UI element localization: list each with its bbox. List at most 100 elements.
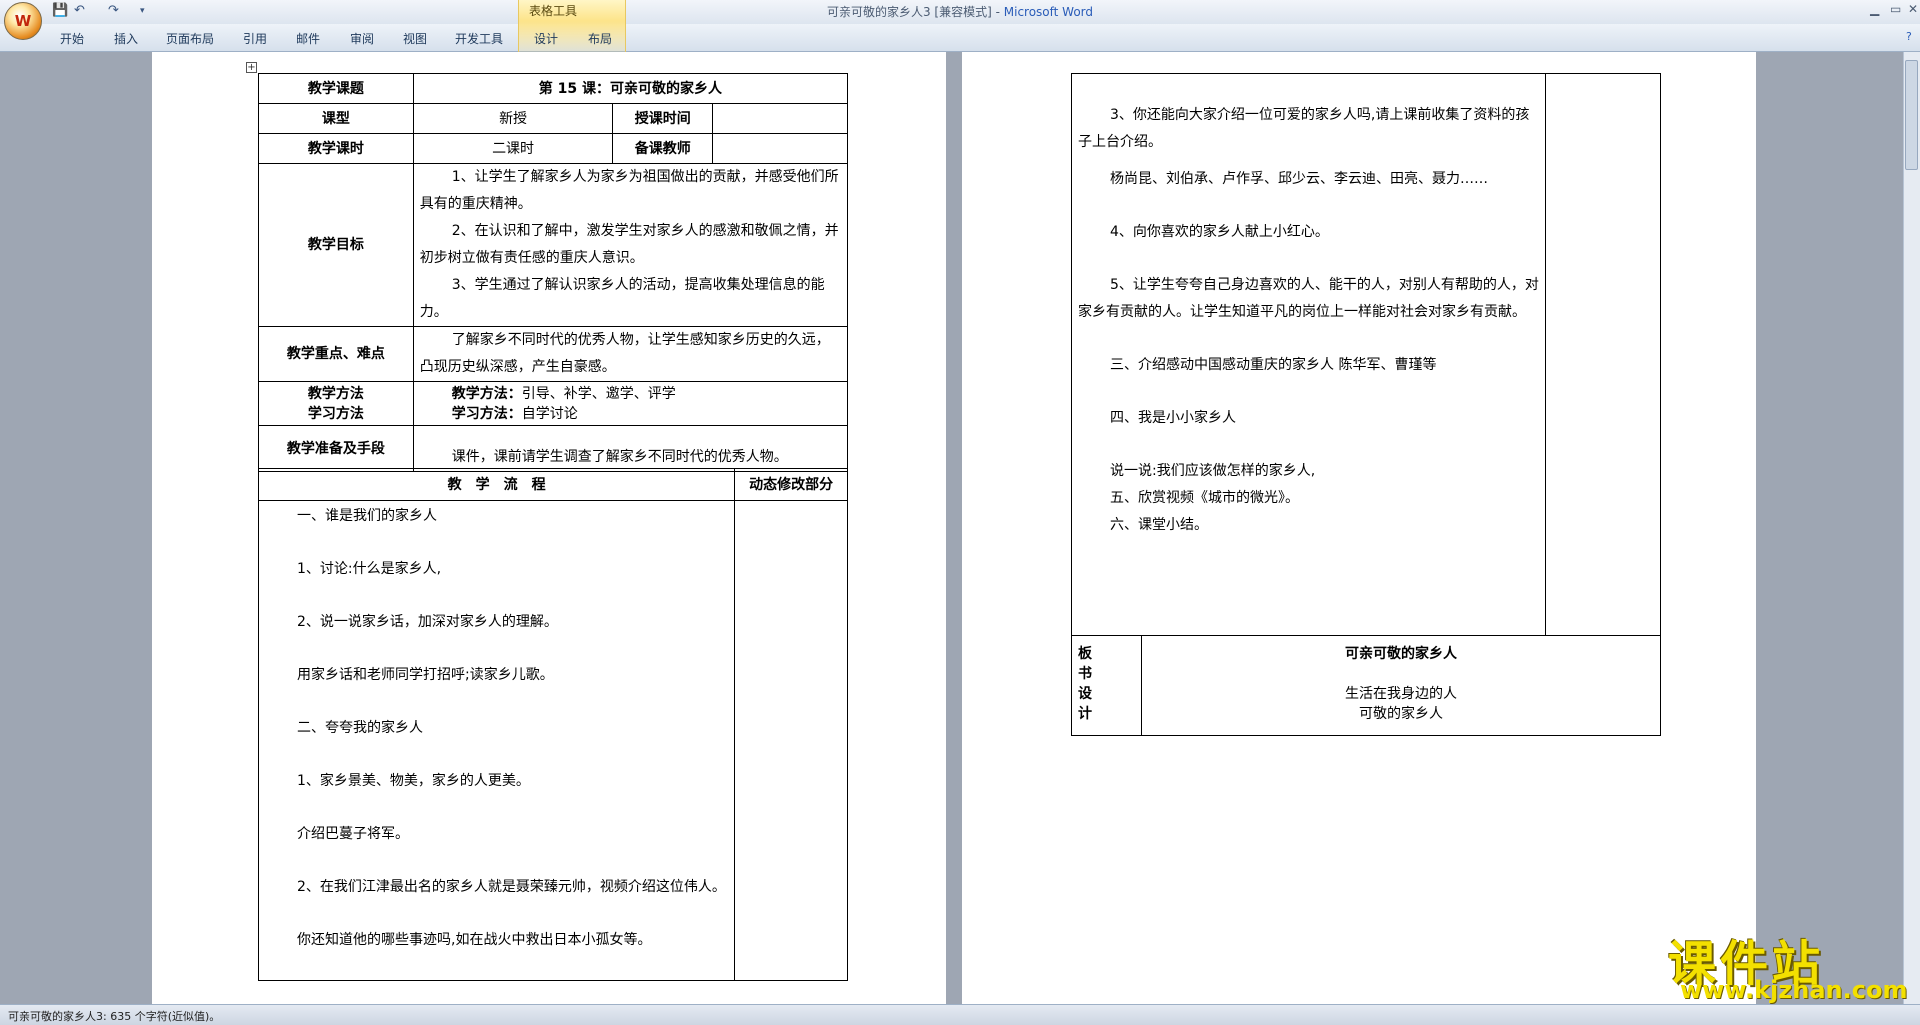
flow-line: 2、在我们江津最出名的家乡人就是聂荣臻元帅，视频介绍这位伟人。	[297, 879, 726, 895]
table-tools-label: 表格工具	[529, 4, 578, 18]
value-hours[interactable]: 二课时	[412, 133, 614, 164]
value-goals[interactable]: 1、让学生了解家乡人为家乡为祖国做出的贡献，并感受他们所具有的重庆精神。 2、在…	[412, 163, 849, 327]
value-board-design[interactable]: 可亲可敬的家乡人 生活在我身边的人 可敬的家乡人	[1140, 635, 1662, 736]
value-method[interactable]: 教学方法：引导、补学、邀学、评学 学习方法：自学讨论	[412, 381, 849, 426]
label-teach-method: 教学方法	[307, 385, 364, 402]
value-teacher[interactable]	[712, 133, 848, 164]
label-goals: 教学目标	[258, 163, 414, 327]
logo-url: www.kjzhan.com	[1680, 976, 1908, 1004]
board-label-char: 板	[1078, 646, 1092, 662]
value-type[interactable]: 新授	[412, 103, 614, 134]
flow-line	[1072, 539, 1545, 565]
board-label-char: 计	[1078, 706, 1092, 722]
flow-line: 1、家乡景美、物美，家乡的人更美。	[297, 773, 530, 789]
flow-line: 你还知道他的哪些事迹吗,如在战火中救出日本小孤女等。	[297, 932, 652, 948]
flow-line: 杨尚昆、刘伯承、卢作孚、邱少云、李云迪、田亮、聂力……	[1110, 171, 1488, 187]
tab-references[interactable]: 引用	[243, 30, 267, 47]
window-title: 可亲可敬的家乡人3 [兼容模式] - Microsoft Word	[0, 3, 1920, 20]
status-text: 可亲可敬的家乡人3: 635 个字符(近似值)。	[8, 1010, 221, 1023]
flow-line: 说一说:我们应该做怎样的家乡人,	[1110, 463, 1316, 479]
tab-page-layout[interactable]: 页面布局	[166, 30, 214, 47]
dynamic-content-continued[interactable]	[1545, 73, 1661, 636]
site-logo: 课件站 www.kjzhan.com	[1668, 924, 1908, 1004]
value-prep[interactable]: 课件，课前请学生调查了解家乡不同时代的优秀人物。	[412, 425, 849, 472]
flow-line	[1072, 379, 1545, 405]
vertical-scrollbar[interactable]	[1903, 52, 1920, 1004]
flow-line	[1072, 565, 1545, 591]
flow-line	[259, 742, 734, 768]
flow-line: 2、说一说家乡话，加深对家乡人的理解。	[297, 614, 558, 630]
label-hours: 教学课时	[258, 133, 414, 164]
flow-table: 教 学 流 程 动态修改部分 一、谁是我们的家乡人 1、讨论:什么是家乡人, 2…	[257, 468, 848, 981]
flow-line: 用家乡话和老师同学打招呼;读家乡儿歌。	[297, 667, 554, 683]
lesson-table: 教学课题 第 15 课：可亲可敬的家乡人 课型 新授 授课时间 教学课时 二课时…	[258, 73, 849, 472]
label-teacher: 备课教师	[612, 133, 714, 164]
label-board-design: 板 书 设 计	[1071, 635, 1142, 736]
tab-review[interactable]: 审阅	[350, 30, 374, 47]
tab-home[interactable]: 开始	[60, 30, 84, 47]
tab-layout[interactable]: 布局	[588, 30, 612, 47]
value-time[interactable]	[712, 103, 848, 134]
value-focus[interactable]: 了解家乡不同时代的优秀人物，让学生感知家乡历史的久远，凸现历史纵深感，产生自豪感…	[412, 326, 849, 382]
tab-view[interactable]: 视图	[403, 30, 427, 47]
board-label-char: 设	[1078, 686, 1092, 702]
minimize-icon[interactable]: ▁	[1870, 2, 1879, 16]
flow-content-continued[interactable]: 3、你还能向大家介绍一位可爱的家乡人吗,请上课前收集了资料的孩子上台介绍。 杨尚…	[1070, 73, 1547, 636]
board-line: 可敬的家乡人	[1358, 706, 1443, 722]
board-line: 生活在我身边的人	[1344, 686, 1457, 702]
flow-line	[259, 848, 734, 874]
flow-line	[1072, 246, 1545, 272]
status-bar: 可亲可敬的家乡人3: 635 个字符(近似值)。	[0, 1004, 1920, 1025]
flow-line: 5、让学生夸夸自己身边喜欢的人、能干的人，对别人有帮助的人，对家乡有贡献的人。让…	[1078, 277, 1539, 320]
office-button-icon[interactable]: W	[4, 2, 42, 40]
restore-icon[interactable]: ▭	[1890, 2, 1901, 16]
learn-method-value: 自学讨论	[521, 405, 578, 422]
label-focus: 教学重点、难点	[258, 326, 414, 382]
goal-item: 3、学生通过了解认识家乡人的活动，提高收集处理信息的能力。	[419, 277, 825, 320]
goal-item: 1、让学生了解家乡人为家乡为祖国做出的贡献，并感受他们所具有的重庆精神。	[419, 169, 839, 212]
flow-content[interactable]: 一、谁是我们的家乡人 1、讨论:什么是家乡人, 2、说一说家乡话，加深对家乡人的…	[257, 500, 736, 981]
flow-line	[1072, 326, 1545, 352]
flow-line: 四、我是小小家乡人	[1110, 410, 1236, 426]
close-icon[interactable]: ✕	[1908, 2, 1918, 16]
flow-table-continued: 3、你还能向大家介绍一位可爱的家乡人吗,请上课前收集了资料的孩子上台介绍。 杨尚…	[1070, 73, 1661, 636]
tab-design[interactable]: 设计	[534, 30, 558, 47]
teach-method-label: 教学方法：	[451, 385, 522, 402]
ribbon-tabs: ?	[0, 24, 1920, 52]
label-time: 授课时间	[612, 103, 714, 134]
flow-line	[259, 901, 734, 927]
label-topic: 教学课题	[258, 73, 414, 104]
title-bar: 💾 ↶ ↷ ▾ 可亲可敬的家乡人3 [兼容模式] - Microsoft Wor…	[0, 0, 1920, 24]
flow-line	[1072, 432, 1545, 458]
app-name: Microsoft Word	[1003, 5, 1094, 19]
table-move-handle-icon[interactable]: +	[246, 62, 257, 73]
flow-line: 六、课堂小结。	[1110, 517, 1208, 533]
label-type: 课型	[258, 103, 414, 134]
dynamic-header: 动态修改部分	[734, 468, 848, 501]
board-design-table: 板 书 设 计 可亲可敬的家乡人 生活在我身边的人 可敬的家乡人	[1071, 635, 1662, 736]
flow-line: 3、你还能向大家介绍一位可爱的家乡人吗,请上课前收集了资料的孩子上台介绍。	[1078, 107, 1530, 150]
flow-line: 介绍巴蔓子将军。	[297, 826, 409, 842]
scrollbar-thumb[interactable]	[1905, 60, 1918, 170]
value-topic[interactable]: 第 15 课：可亲可敬的家乡人	[412, 73, 849, 104]
flow-line	[259, 583, 734, 609]
help-icon[interactable]: ?	[1906, 30, 1912, 43]
label-prep: 教学准备及手段	[258, 425, 414, 472]
dynamic-content[interactable]	[734, 500, 848, 981]
teach-method-value: 引导、补学、邀学、评学	[521, 385, 676, 402]
tab-developer[interactable]: 开发工具	[455, 30, 503, 47]
flow-line: 三、介绍感动中国感动重庆的家乡人 陈华军、曹瑾等	[1110, 357, 1437, 373]
tab-insert[interactable]: 插入	[114, 30, 138, 47]
flow-header: 教 学 流 程	[257, 468, 736, 501]
prep-text: 课件，课前请学生调查了解家乡不同时代的优秀人物。	[451, 449, 788, 465]
flow-line	[259, 689, 734, 715]
label-learn-method: 学习方法	[307, 405, 364, 422]
flow-line	[1072, 76, 1545, 102]
flow-line: 一、谁是我们的家乡人	[297, 508, 437, 524]
doc-title-text: 可亲可敬的家乡人3 [兼容模式] -	[826, 5, 1004, 19]
flow-line	[259, 795, 734, 821]
flow-line	[1072, 193, 1545, 219]
tab-mailings[interactable]: 邮件	[296, 30, 320, 47]
focus-text: 了解家乡不同时代的优秀人物，让学生感知家乡历史的久远，凸现历史纵深感，产生自豪感…	[419, 332, 830, 375]
flow-line: 1、讨论:什么是家乡人,	[297, 561, 442, 577]
